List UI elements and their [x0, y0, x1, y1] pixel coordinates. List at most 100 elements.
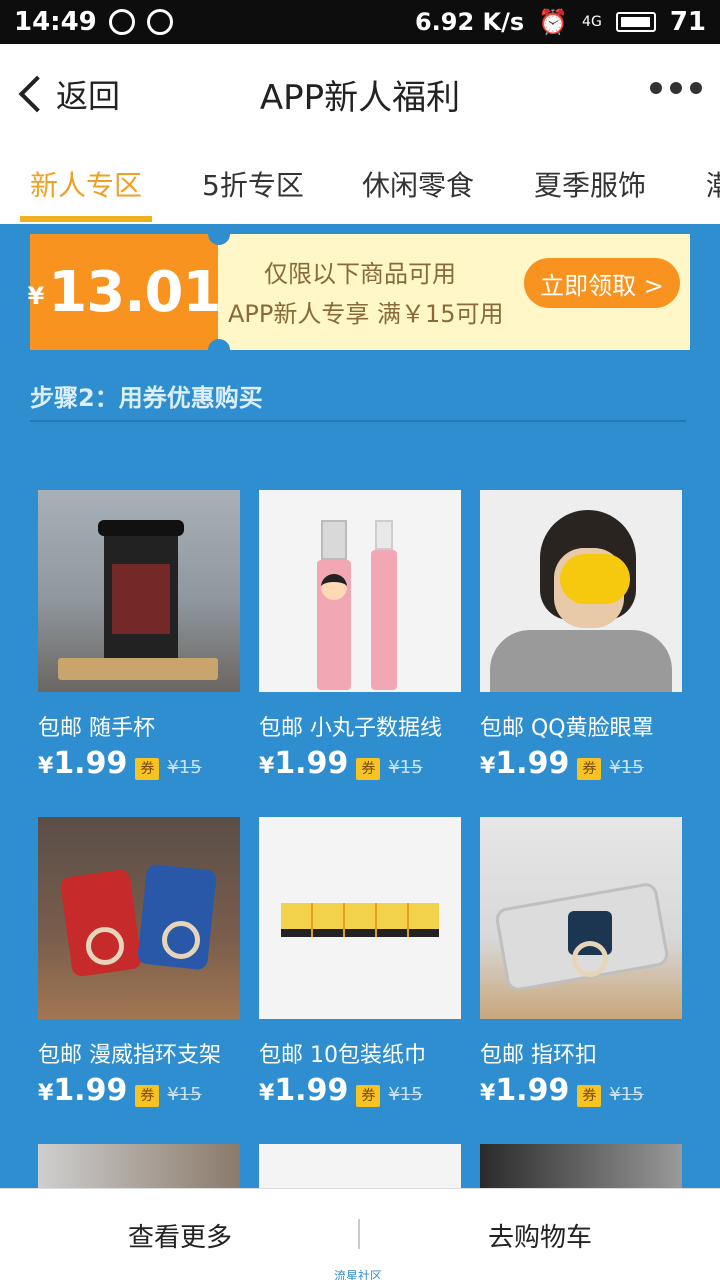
product-price: 1.99: [274, 746, 349, 781]
product-card[interactable]: 包邮 指环扣 ¥ 1.99 券 ¥15: [480, 817, 682, 1108]
tab-snacks[interactable]: 休闲零食: [362, 164, 474, 204]
product-price: 1.99: [274, 1073, 349, 1108]
price-row: ¥ 1.99 券 ¥15: [259, 746, 423, 781]
tab-summer-clothing[interactable]: 夏季服饰: [534, 164, 646, 204]
product-name: 包邮 指环扣: [480, 1043, 597, 1068]
network-speed: 6.92 K/s: [414, 8, 525, 36]
original-price: ¥15: [388, 757, 423, 778]
original-price: ¥15: [167, 1084, 202, 1105]
bottom-bar: 查看更多 去购物车 流星社区: [0, 1188, 720, 1280]
coupon-tag: 券: [135, 758, 160, 780]
ring-right: [162, 921, 200, 959]
lightning-connector: [375, 520, 393, 550]
product-name: 包邮 小丸子数据线: [259, 716, 442, 741]
more-dot-icon: [670, 82, 682, 94]
signal-label: 4G: [582, 14, 602, 30]
product-image-ring-holders[interactable]: [38, 817, 240, 1019]
tissue-divider: [343, 903, 345, 937]
product-price: 1.99: [53, 746, 128, 781]
product-card[interactable]: 包邮 小丸子数据线 ¥ 1.99 券 ¥15: [259, 490, 461, 781]
status-time: 14:49: [14, 7, 97, 37]
cable-right: [371, 550, 397, 690]
go-to-cart-button[interactable]: 去购物车: [488, 1217, 592, 1254]
product-image-phone-ring[interactable]: [480, 817, 682, 1019]
product-image-usb-cable[interactable]: [259, 490, 461, 692]
tissue-strip: [281, 903, 439, 937]
product-image-eye-mask[interactable]: [480, 490, 682, 692]
claim-coupon-button[interactable]: 立即领取 >: [524, 258, 680, 308]
coupon-details: 仅限以下商品可用 APP新人专享 满￥15可用 立即领取 >: [218, 234, 690, 350]
back-label: 返回: [56, 77, 121, 115]
back-chevron-icon: [18, 75, 56, 113]
more-button[interactable]: [650, 82, 702, 94]
price-currency: ¥: [480, 1081, 496, 1106]
view-more-button[interactable]: 查看更多: [128, 1217, 232, 1254]
ring-left: [86, 927, 124, 965]
price-row: ¥ 1.99 券 ¥15: [259, 1073, 423, 1108]
yellow-mask: [560, 554, 630, 604]
product-image-tissue-pack[interactable]: [259, 817, 461, 1019]
product-card-partial[interactable]: [480, 1144, 682, 1188]
price-row: ¥ 1.99 券 ¥15: [38, 1073, 202, 1108]
coupon-condition: 仅限以下商品可用: [264, 260, 456, 288]
price-row: ¥ 1.99 券 ¥15: [480, 1073, 644, 1108]
more-dot-icon: [650, 82, 662, 94]
price-row: ¥ 1.99 券 ¥15: [480, 746, 644, 781]
original-price: ¥15: [609, 757, 644, 778]
price-currency: ¥: [480, 754, 496, 779]
product-card-partial[interactable]: [259, 1144, 461, 1188]
coupon-tag: 券: [135, 1085, 160, 1107]
tab-trendy[interactable]: 潮: [706, 164, 720, 204]
step-title: 步骤2：用券优惠购买: [30, 384, 263, 412]
cartoon-face: [321, 574, 347, 600]
sync-icon: [108, 9, 135, 35]
coupon-tag: 券: [356, 1085, 381, 1107]
product-card[interactable]: 包邮 10包装纸巾 ¥ 1.99 券 ¥15: [259, 817, 461, 1108]
price-row: ¥ 1.99 券 ¥15: [38, 746, 202, 781]
tissue-divider: [407, 903, 409, 937]
category-tabs: 新人专区 5折专区 休闲零食 夏季服饰 潮: [0, 144, 720, 224]
coupon-notch: [208, 224, 230, 245]
coupon-amount: 13.01: [48, 259, 221, 325]
tissue-divider: [311, 903, 313, 937]
product-card-partial[interactable]: [38, 1144, 240, 1188]
product-card[interactable]: 包邮 随手杯 ¥ 1.99 券 ¥15: [38, 490, 240, 781]
product-card[interactable]: 包邮 QQ黄脸眼罩 ¥ 1.99 券 ¥15: [480, 490, 682, 781]
coupon-notch: [208, 339, 230, 361]
price-currency: ¥: [38, 1081, 54, 1106]
divider: [30, 420, 686, 422]
tab-half-price[interactable]: 5折专区: [202, 164, 304, 204]
status-bar: 14:49 6.92 K/s ⏰ 4G 71: [0, 0, 720, 44]
product-name: 包邮 QQ黄脸眼罩: [480, 716, 654, 741]
product-name: 包邮 漫威指环支架: [38, 1043, 221, 1068]
product-card[interactable]: 包邮 漫威指环支架 ¥ 1.99 券 ¥15: [38, 817, 240, 1108]
coupon-tag: 券: [356, 758, 381, 780]
product-name: 包邮 10包装纸巾: [259, 1043, 426, 1068]
product-image-partial[interactable]: [480, 1144, 682, 1188]
usb-connector: [321, 520, 347, 560]
wooden-tray: [58, 658, 218, 680]
divider: [358, 1219, 360, 1249]
product-price: 1.99: [495, 1073, 570, 1108]
price-currency: ¥: [259, 1081, 275, 1106]
product-price: 1.99: [495, 746, 570, 781]
coupon-currency: ¥: [27, 282, 45, 310]
cup-print: [112, 564, 170, 634]
product-image-coffee-cup[interactable]: [38, 490, 240, 692]
product-image-partial[interactable]: [259, 1144, 461, 1188]
product-image-partial[interactable]: [38, 1144, 240, 1188]
alarm-icon: ⏰: [538, 8, 569, 36]
tab-newcomer[interactable]: 新人专区: [30, 164, 142, 204]
battery-icon: [615, 12, 656, 32]
phone-ring: [572, 941, 608, 977]
product-price: 1.99: [53, 1073, 128, 1108]
original-price: ¥15: [388, 1084, 423, 1105]
cup-lid: [98, 520, 184, 536]
coupon-tag: 券: [577, 758, 602, 780]
shirt: [490, 630, 672, 692]
coupon-tag: 券: [577, 1085, 602, 1107]
back-button[interactable]: 返回: [14, 70, 120, 118]
main-content[interactable]: ¥ 13.01 仅限以下商品可用 APP新人专享 满￥15可用 立即领取 > 步…: [0, 224, 720, 1188]
nav-bar: APP新人福利 返回: [0, 44, 720, 144]
original-price: ¥15: [167, 757, 202, 778]
